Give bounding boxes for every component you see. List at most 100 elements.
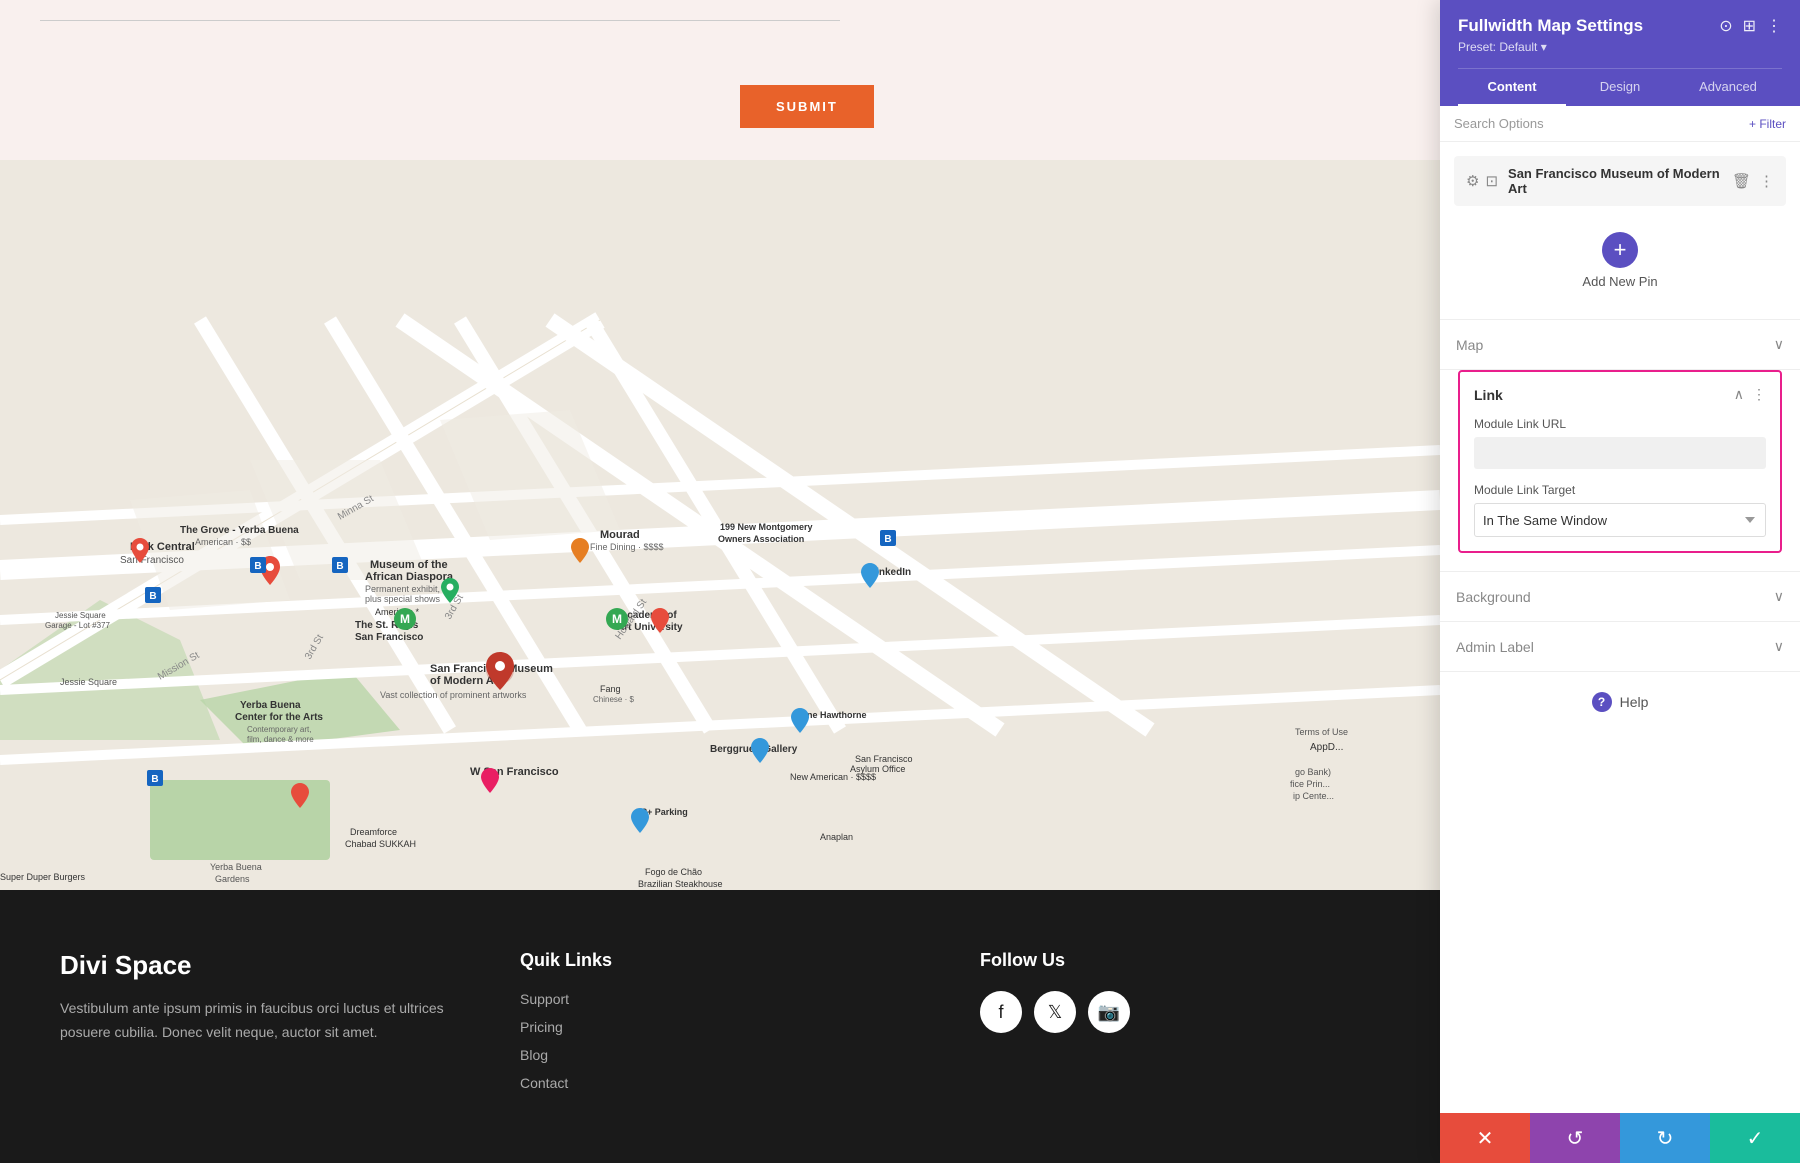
submit-button[interactable]: SUBMIT: [740, 85, 874, 128]
svg-text:Jessie Square: Jessie Square: [55, 611, 106, 620]
list-item[interactable]: Blog: [520, 1047, 920, 1065]
map-accordion-title: Map: [1456, 337, 1483, 353]
help-label[interactable]: Help: [1620, 694, 1649, 710]
svg-text:199 New Montgomery: 199 New Montgomery: [720, 522, 813, 532]
pin-label: San Francisco Museum of Modern Art: [1508, 166, 1732, 196]
contact-link[interactable]: Contact: [520, 1075, 568, 1091]
svg-text:Yerba Buena: Yerba Buena: [240, 700, 301, 711]
panel-actions: ✕ ↺ ↻ ✓: [1440, 1113, 1800, 1163]
svg-text:Owners Association: Owners Association: [718, 534, 804, 544]
pin-delete-icon[interactable]: 🗑: [1732, 172, 1751, 190]
svg-text:Fang: Fang: [600, 684, 621, 694]
cancel-button[interactable]: ✕: [1440, 1113, 1530, 1163]
undo-button[interactable]: ↺: [1530, 1113, 1620, 1163]
list-item[interactable]: Pricing: [520, 1019, 920, 1037]
svg-text:B: B: [336, 561, 343, 572]
pricing-link[interactable]: Pricing: [520, 1019, 563, 1035]
admin-label-accordion-title: Admin Label: [1456, 639, 1534, 655]
footer-brand-col: Divi Space Vestibulum ante ipsum primis …: [60, 950, 460, 1103]
background-accordion-header[interactable]: Background ∨: [1440, 572, 1800, 621]
panel-title: Fullwidth Map Settings: [1458, 16, 1643, 36]
settings-icon[interactable]: ⊙: [1719, 16, 1732, 36]
filter-button[interactable]: + Filter: [1749, 117, 1786, 131]
more-icon[interactable]: ⋮: [1766, 16, 1782, 36]
support-link[interactable]: Support: [520, 991, 569, 1007]
svg-text:film, dance & more: film, dance & more: [247, 735, 314, 744]
pin-preview-icon[interactable]: ⊡: [1485, 172, 1498, 190]
svg-text:M: M: [612, 612, 622, 626]
social-icons-group: f 𝕏 📷: [980, 991, 1380, 1033]
main-content: SUBMIT: [0, 0, 1440, 1163]
search-options-input[interactable]: Search Options: [1454, 116, 1749, 131]
svg-text:Museum of the: Museum of the: [370, 559, 448, 571]
add-pin-button[interactable]: + Add New Pin: [1454, 216, 1786, 305]
top-area: SUBMIT: [0, 0, 1440, 160]
link-more-icon[interactable]: ⋮: [1752, 386, 1766, 403]
svg-text:San Francisco: San Francisco: [120, 555, 184, 566]
svg-text:Fogo de Chão: Fogo de Chão: [645, 867, 702, 877]
svg-text:M: M: [400, 612, 410, 626]
facebook-icon[interactable]: f: [980, 991, 1022, 1033]
tab-design[interactable]: Design: [1566, 69, 1674, 106]
map-svg: Park Central San Francisco Museum of the…: [0, 160, 1440, 890]
help-section: ? Help: [1440, 672, 1800, 732]
svg-text:go Bank): go Bank): [1295, 767, 1331, 777]
list-item[interactable]: Support: [520, 991, 920, 1009]
svg-text:Dreamforce: Dreamforce: [350, 827, 397, 837]
map-accordion: Map ∨: [1440, 320, 1800, 370]
svg-text:Chinese · $: Chinese · $: [593, 695, 634, 704]
save-button[interactable]: ✓: [1710, 1113, 1800, 1163]
svg-text:San Francisco: San Francisco: [355, 632, 423, 643]
svg-text:Chabad SUKKAH: Chabad SUKKAH: [345, 839, 416, 849]
map-accordion-header[interactable]: Map ∨: [1440, 320, 1800, 369]
svg-text:B: B: [884, 534, 891, 545]
quick-links-heading: Quik Links: [520, 950, 920, 971]
pin-item-icons: ⚙ ⊡: [1466, 172, 1498, 190]
add-pin-icon: +: [1602, 232, 1638, 268]
svg-text:fice Prin...: fice Prin...: [1290, 779, 1330, 789]
module-link-url-field: Module Link URL: [1460, 417, 1780, 483]
panel-tabs: Content Design Advanced: [1458, 68, 1782, 106]
pin-more-icon[interactable]: ⋮: [1759, 172, 1774, 190]
svg-text:B: B: [254, 561, 261, 572]
link-section-header[interactable]: Link ∧ ⋮: [1460, 372, 1780, 417]
tab-advanced[interactable]: Advanced: [1674, 69, 1782, 106]
link-url-label: Module Link URL: [1474, 417, 1766, 431]
help-icon: ?: [1592, 692, 1612, 712]
background-chevron-icon: ∨: [1774, 588, 1784, 605]
footer-description: Vestibulum ante ipsum primis in faucibus…: [60, 997, 460, 1045]
settings-panel: Fullwidth Map Settings ⊙ ⊞ ⋮ Preset: Def…: [1440, 0, 1800, 1163]
svg-text:B: B: [151, 774, 158, 785]
admin-label-accordion-header[interactable]: Admin Label ∨: [1440, 622, 1800, 671]
list-item[interactable]: Contact: [520, 1075, 920, 1093]
svg-text:Super Duper Burgers: Super Duper Burgers: [0, 872, 86, 882]
link-collapse-icon[interactable]: ∧: [1734, 386, 1744, 403]
quick-links-list: Support Pricing Blog Contact: [520, 991, 920, 1093]
tab-content[interactable]: Content: [1458, 69, 1566, 106]
redo-button[interactable]: ↻: [1620, 1113, 1710, 1163]
blog-link[interactable]: Blog: [520, 1047, 548, 1063]
svg-text:Yerba Buena: Yerba Buena: [210, 862, 262, 872]
admin-label-chevron-icon: ∨: [1774, 638, 1784, 655]
svg-text:plus special shows: plus special shows: [365, 594, 441, 604]
twitter-icon[interactable]: 𝕏: [1034, 991, 1076, 1033]
pin-section: ⚙ ⊡ San Francisco Museum of Modern Art 🗑…: [1440, 142, 1800, 320]
panel-header-icons: ⊙ ⊞ ⋮: [1719, 16, 1782, 36]
footer: Divi Space Vestibulum ante ipsum primis …: [0, 890, 1440, 1163]
link-url-input[interactable]: [1474, 437, 1766, 469]
link-target-select[interactable]: In The Same Window In A New Window: [1474, 503, 1766, 537]
svg-text:ip Cente...: ip Cente...: [1293, 791, 1334, 801]
svg-text:The Grove - Yerba Buena: The Grove - Yerba Buena: [180, 525, 299, 536]
columns-icon[interactable]: ⊞: [1743, 16, 1756, 36]
svg-text:Terms of Use: Terms of Use: [1295, 727, 1348, 737]
pin-actions: 🗑 ⋮: [1732, 172, 1774, 190]
svg-text:Center for the Arts: Center for the Arts: [235, 712, 323, 723]
svg-text:Permanent exhibit,: Permanent exhibit,: [365, 584, 440, 594]
map-chevron-icon: ∨: [1774, 336, 1784, 353]
search-options-bar: Search Options + Filter: [1440, 106, 1800, 142]
form-divider: [40, 20, 840, 21]
svg-text:B: B: [149, 591, 156, 602]
svg-text:Brazilian Steakhouse: Brazilian Steakhouse: [638, 879, 723, 889]
pin-settings-icon[interactable]: ⚙: [1466, 172, 1479, 190]
instagram-icon[interactable]: 📷: [1088, 991, 1130, 1033]
